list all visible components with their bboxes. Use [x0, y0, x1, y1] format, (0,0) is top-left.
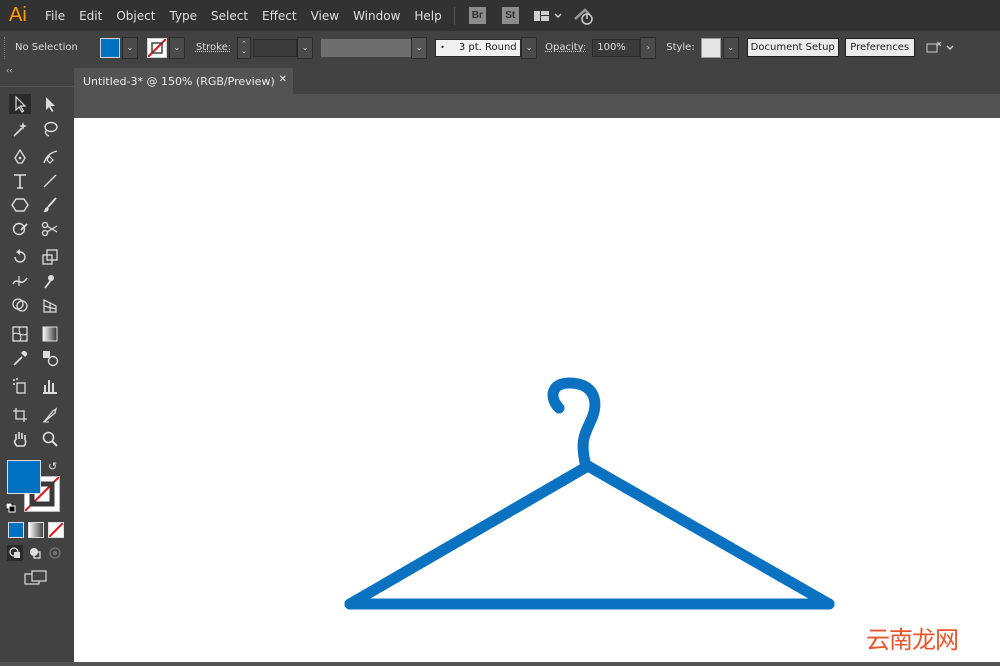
gradient-mode-icon[interactable] [28, 522, 44, 538]
collapse-panel-icon[interactable]: ‹‹ [6, 66, 12, 75]
brush-value: 3 pt. Round [458, 42, 517, 53]
tools-panel: ‹‹ ↺ [0, 64, 74, 662]
stroke-weight-dropdown[interactable]: ⌄ [297, 36, 314, 59]
menu-view[interactable]: View [311, 9, 339, 23]
panel-header [0, 78, 74, 87]
column-graph-tool-icon[interactable] [39, 376, 61, 396]
workspace-switcher-icon[interactable] [533, 9, 563, 23]
preferences-button[interactable]: Preferences [844, 38, 915, 57]
screen-mode-icon[interactable] [24, 570, 48, 586]
default-colors-icon[interactable] [5, 498, 16, 513]
curvature-tool-icon[interactable] [39, 147, 61, 167]
hanger-shape [344, 377, 835, 610]
divider [453, 6, 455, 25]
eyedropper-tool-icon[interactable] [9, 348, 31, 368]
hanger-hook [547, 377, 601, 473]
opacity-arrow[interactable]: › [640, 36, 657, 59]
mesh-tool-icon[interactable] [9, 324, 31, 344]
hand-tool-icon[interactable] [9, 429, 31, 449]
stroke-label[interactable]: Stroke: [196, 42, 231, 53]
bridge-button[interactable]: Br [468, 7, 486, 24]
opacity-label[interactable]: Opacity: [545, 42, 586, 53]
menu-bar: Ai File Edit Object Type Select Effect V… [0, 0, 1000, 31]
width-tool-icon[interactable] [9, 271, 31, 291]
selection-status: No Selection [15, 42, 78, 53]
menu-object[interactable]: Object [116, 9, 155, 23]
grip [4, 36, 9, 59]
type-tool-icon[interactable] [9, 171, 31, 191]
draw-inside-icon[interactable] [47, 545, 63, 561]
direct-selection-tool-icon[interactable] [39, 94, 61, 114]
document-tab-title: Untitled-3* @ 150% (RGB/Preview) [83, 74, 275, 88]
draw-behind-icon[interactable] [27, 545, 43, 561]
color-mode-icon[interactable] [8, 522, 24, 538]
swap-colors-icon[interactable]: ↺ [48, 460, 57, 473]
perspective-grid-tool-icon[interactable] [39, 295, 61, 315]
menu-edit[interactable]: Edit [79, 9, 102, 23]
shaper-tool-icon[interactable] [9, 219, 31, 239]
none-mode-icon[interactable] [48, 522, 64, 538]
stock-button[interactable]: St [501, 7, 519, 24]
style-dropdown[interactable]: ⌄ [722, 36, 739, 59]
stroke-weight-stepper[interactable]: ⌃ ⌄ [237, 36, 252, 59]
line-segment-tool-icon[interactable] [39, 171, 61, 191]
profile-dropdown[interactable]: ⌄ [411, 36, 428, 59]
brush-definition[interactable]: • 3 pt. Round [435, 38, 522, 57]
graphic-style-swatch[interactable] [700, 37, 721, 58]
stroke-weight-field[interactable] [253, 38, 298, 57]
fill-color-box[interactable] [7, 460, 41, 494]
brush-dropdown[interactable]: ⌄ [521, 36, 538, 59]
style-label: Style: [666, 42, 695, 53]
magic-wand-tool-icon[interactable] [9, 119, 31, 139]
menu-select[interactable]: Select [211, 9, 248, 23]
lasso-tool-icon[interactable] [39, 119, 61, 139]
pen-tool-icon[interactable] [9, 147, 31, 167]
control-bar: No Selection ⌄ ⌄ Stroke: ⌃ ⌄ ⌄ ⌄ • 3 pt. R… [0, 31, 1000, 64]
polygon-tool-icon[interactable] [9, 195, 31, 215]
symbol-sprayer-tool-icon[interactable] [9, 376, 31, 396]
artboard-canvas[interactable] [74, 118, 1000, 662]
gpu-performance-icon[interactable] [573, 7, 595, 25]
stroke-dropdown[interactable]: ⌄ [168, 36, 185, 59]
fill-dropdown[interactable]: ⌄ [121, 36, 138, 59]
menu-file[interactable]: File [45, 9, 65, 23]
document-tab[interactable]: Untitled-3* @ 150% (RGB/Preview) ✕ [74, 68, 293, 94]
workspace-gutter [74, 94, 1000, 118]
gradient-tool-icon[interactable] [39, 324, 61, 344]
scissors-tool-icon[interactable] [39, 219, 61, 239]
hanger-left-arm [344, 460, 594, 610]
opacity-field[interactable]: 100% [592, 38, 641, 57]
artboard-tool-icon[interactable] [9, 405, 31, 425]
document-tab-strip: Untitled-3* @ 150% (RGB/Preview) ✕ [74, 64, 1000, 94]
scale-tool-icon[interactable] [39, 247, 61, 267]
app-logo: Ai [9, 4, 27, 26]
menu-window[interactable]: Window [353, 9, 400, 23]
blend-tool-icon[interactable] [39, 348, 61, 368]
stroke-swatch[interactable] [146, 37, 167, 58]
hanger-right-arm [582, 460, 835, 610]
fill-swatch[interactable] [99, 37, 120, 58]
menu-effect[interactable]: Effect [262, 9, 297, 23]
selection-tool-icon[interactable] [9, 94, 31, 114]
rotate-tool-icon[interactable] [9, 247, 31, 267]
paintbrush-tool-icon[interactable] [39, 195, 61, 215]
slice-tool-icon[interactable] [39, 405, 61, 425]
variable-width-profile[interactable] [321, 38, 412, 57]
shape-builder-tool-icon[interactable] [9, 295, 31, 315]
draw-normal-icon[interactable] [7, 545, 23, 561]
zoom-tool-icon[interactable] [39, 429, 61, 449]
hanger-artwork[interactable] [74, 118, 1000, 662]
watermark-text: 云南龙网 [866, 626, 959, 654]
document-setup-button[interactable]: Document Setup [746, 38, 839, 57]
menu-type[interactable]: Type [169, 9, 197, 23]
arrange-documents-icon[interactable] [925, 40, 955, 56]
close-tab-icon[interactable]: ✕ [279, 74, 287, 85]
menu-help[interactable]: Help [414, 9, 441, 23]
puppet-warp-tool-icon[interactable] [39, 271, 61, 291]
